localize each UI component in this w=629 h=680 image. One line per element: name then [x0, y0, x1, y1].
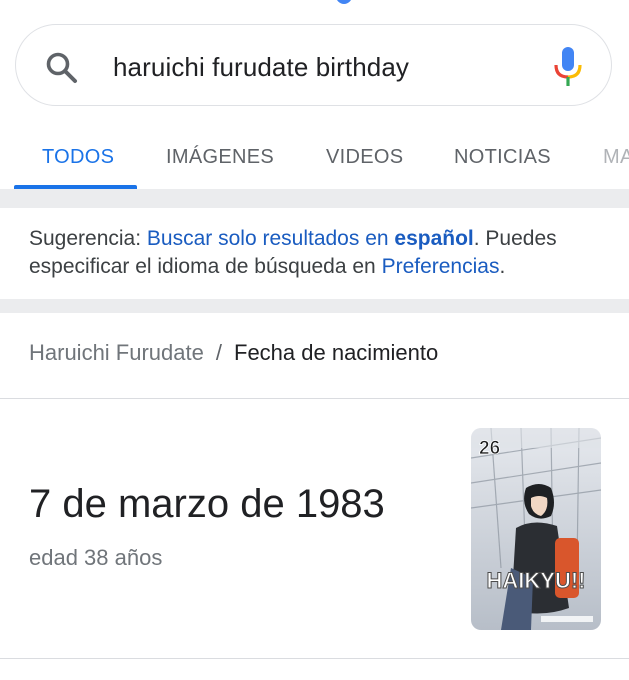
breadcrumb-entity[interactable]: Haruichi Furudate: [29, 340, 204, 365]
breadcrumb: Haruichi Furudate / Fecha de nacimiento: [29, 340, 438, 366]
tab-noticias[interactable]: NOTICIAS: [454, 146, 551, 169]
search-input[interactable]: haruichi furudate birthday: [113, 52, 409, 83]
divider: [0, 658, 629, 659]
search-icon[interactable]: [44, 50, 80, 86]
language-suggestion: Sugerencia: Buscar solo resultados en es…: [29, 225, 619, 281]
suggestion-suffix: .: [499, 255, 506, 278]
cover-volume-number: 26: [479, 438, 500, 459]
mic-icon[interactable]: [550, 44, 586, 90]
google-logo-fragment: [336, 0, 352, 4]
tab-more[interactable]: MA: [603, 146, 629, 169]
divider: [0, 398, 629, 399]
manga-cover-image[interactable]: 26 HAIKYU!!: [471, 428, 601, 630]
tab-todos[interactable]: TODOS: [42, 146, 114, 169]
tab-imagenes[interactable]: IMÁGENES: [166, 146, 274, 169]
section-divider: [0, 299, 629, 313]
age-text: edad 38 años: [29, 545, 163, 570]
suggestion-prefix: Sugerencia:: [29, 227, 147, 250]
birth-date-answer: 7 de marzo de 1983: [29, 482, 385, 526]
search-tabs: TODOS IMÁGENES VIDEOS NOTICIAS MA: [0, 132, 629, 190]
spanish-only-link[interactable]: Buscar solo resultados en español: [147, 227, 474, 250]
section-divider: [0, 189, 629, 208]
breadcrumb-attribute: Fecha de nacimiento: [234, 340, 439, 365]
tab-videos[interactable]: VIDEOS: [326, 146, 403, 169]
cover-title: HAIKYU!!: [487, 568, 586, 593]
preferences-link[interactable]: Preferencias: [382, 255, 500, 278]
breadcrumb-separator: /: [215, 340, 222, 365]
